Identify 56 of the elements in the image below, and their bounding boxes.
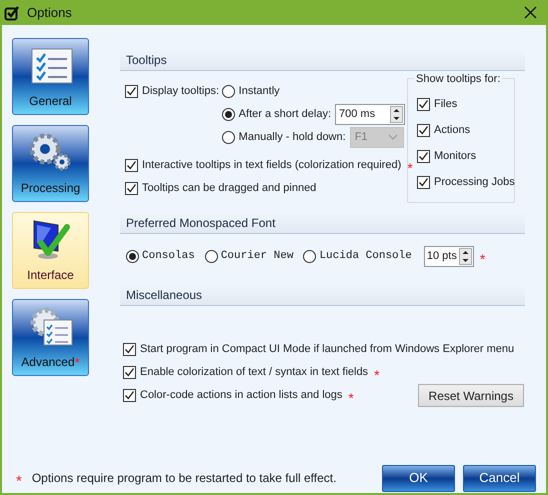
ok-button[interactable]: OK [382,464,455,492]
radio-button[interactable] [204,250,218,262]
sidebar-tab[interactable]: Processing [12,125,89,202]
checkbox[interactable] [417,124,430,136]
radio-label: Lucida Console [319,248,412,264]
asterisk: * [74,356,80,368]
checkbox-icon [4,4,20,20]
checkbox[interactable] [417,150,430,162]
asterisk: * [407,161,413,175]
radio-label: Instantly [238,84,280,99]
chevron-down-icon [388,134,398,140]
cancel-button[interactable]: Cancel [463,464,536,492]
checkbox[interactable] [123,342,136,356]
checkbox-label: Actions [434,122,470,138]
radio-button[interactable] [222,108,235,120]
checkbox-label: Start program in Compact UI Mode if launched from Windows Explorer menu [140,342,514,357]
checkbox[interactable] [125,182,138,194]
radio-label: Courier New [220,248,294,264]
checkbox-label: Files [434,96,458,112]
asterisk: * [480,252,486,266]
checkbox-label: Processing Jobs [434,174,515,190]
asterisk: * [16,474,22,488]
checkbox[interactable] [417,98,430,110]
footnote: Options require program to be restarted to take full effect. [32,470,336,487]
reset-warnings-button[interactable]: Reset Warnings [418,384,524,407]
checkbox-label: Color-code actions in action lists and logs [140,388,342,403]
checkbox[interactable] [125,84,138,98]
radio-label: Consolas [142,248,195,264]
radio-button[interactable] [222,84,235,98]
gear-document-icon [28,306,74,346]
close-icon [524,6,536,19]
sidebar-tab[interactable]: Advanced* [12,299,89,376]
radio-label: After a short delay: [238,106,331,122]
checkbox-label: Enable colorization of text / syntax in text fields [140,364,368,380]
gears-icon [28,132,74,172]
radio-button[interactable] [303,250,316,262]
checkbox[interactable] [417,176,430,188]
window-title: Options [27,4,72,22]
checkbox-label: Interactive tooltips in text fields (colorization required) [142,158,402,173]
checkbox[interactable] [123,366,136,378]
radio-button[interactable] [126,250,139,262]
asterisk: * [374,368,380,382]
checkbox-label: Monitors [434,148,476,164]
sidebar-tab[interactable]: Interface [12,212,89,289]
group-title: Show tooltips for: [414,71,502,88]
delay-spinner[interactable]: 700 ms [335,104,405,124]
sidebar-tab[interactable]: General [12,38,89,115]
spinner-arrows-icon[interactable] [458,248,472,264]
spinner-arrows-icon[interactable] [390,106,403,122]
checkbox[interactable] [125,158,138,172]
checkbox-label: Display tooltips: [142,84,220,99]
radio-label: Manually - hold down: [238,130,346,145]
checkbox-label: Tooltips can be dragged and pinned [142,180,316,196]
checkbox[interactable] [123,388,136,402]
size-spinner[interactable]: 10 pts [424,246,474,266]
asterisk: * [348,391,354,405]
